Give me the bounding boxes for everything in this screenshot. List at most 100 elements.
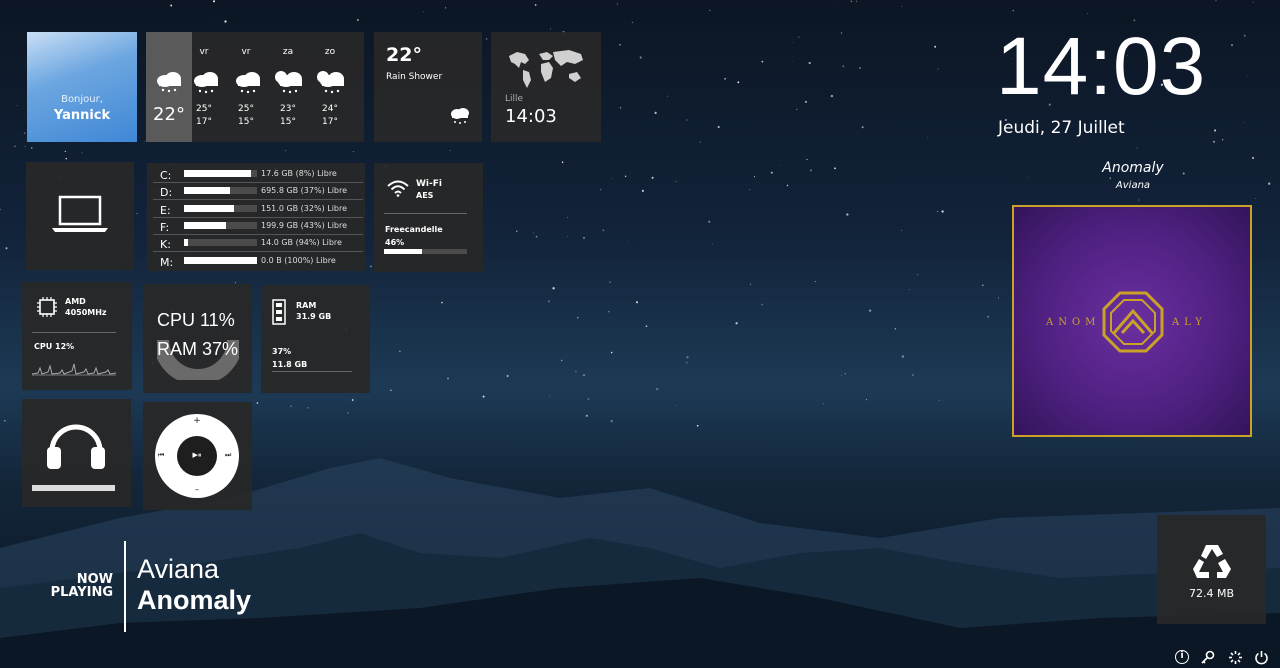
ram-percent: 37% [272, 347, 292, 356]
drive-divider [153, 251, 363, 253]
greeting-tile[interactable]: Bonjour, Yannick [27, 32, 137, 142]
cpu-brand: AMD [65, 297, 86, 306]
clock-time: 14:03 [996, 21, 1207, 112]
forecast-day: vr [241, 47, 251, 57]
recycle-bin-tile[interactable]: 72.4 MB [1157, 515, 1266, 624]
now-temp: 22° [386, 44, 422, 66]
cpu-ram-gauge-tile[interactable]: CPU 11% RAM 37% [143, 284, 252, 393]
laptop-icon [52, 195, 108, 232]
drive-usage-bar [184, 239, 257, 247]
power-icon[interactable] [1254, 650, 1269, 665]
wifi-ssid: AES [416, 191, 434, 200]
wifi-strength: 46% [385, 238, 405, 247]
ram-divider [272, 371, 352, 372]
wifi-divider [384, 213, 467, 214]
world-clock-time: 14:03 [505, 106, 557, 127]
forecast-day: za [282, 47, 294, 57]
drive-row[interactable]: C: 17.6 GB (8%) Libre [153, 168, 363, 184]
drive-divider [153, 199, 363, 201]
ram-tile[interactable]: RAM 31.9 GB 37% 11.8 GB [261, 285, 370, 393]
ram-total: 31.9 GB [296, 312, 332, 321]
drive-divider [153, 182, 363, 183]
headphones-icon [47, 424, 105, 469]
drive-usage-bar [184, 221, 257, 229]
drives-tile[interactable]: C: 17.6 GB (8%) Libre D: 695.8 GB (37%) … [147, 163, 365, 271]
weather-forecast-tile[interactable]: 22° vr 25° 17° vr 25° 15° za 23° 15° zo … [146, 32, 364, 142]
loading-icon[interactable] [1228, 650, 1243, 665]
current-temp: 22° [153, 104, 185, 125]
drive-usage-bar [184, 187, 257, 195]
drive-free-text: 17.6 GB (8%) Libre [261, 169, 337, 178]
wifi-icon [387, 180, 409, 197]
forecast-low: 17° [322, 117, 338, 127]
info-icon[interactable]: i [1175, 650, 1189, 664]
partly-sunny-rain-icon [275, 71, 302, 94]
clock-date: Jeudi, 27 Juillet [998, 118, 1125, 138]
wifi-network: Freecandelle [385, 225, 443, 234]
forecast-low: 17° [196, 117, 212, 127]
forecast-high: 24° [322, 104, 338, 114]
media-control-tile[interactable]: + – ⏮ ⏭ ▶⏸ [143, 402, 252, 510]
recycle-icon [1193, 545, 1231, 578]
audio-tile[interactable] [22, 399, 131, 507]
rain-cloud-small-icon [451, 108, 469, 124]
current-weather-tile[interactable]: 22° Rain Shower [374, 32, 482, 142]
greeting-name: Yannick [53, 108, 111, 123]
now-desc: Rain Shower [386, 72, 443, 82]
drive-row[interactable]: M: 0.0 B (100%) Libre [153, 255, 361, 271]
album-artist: Aviana [1115, 180, 1151, 191]
world-clock-tile[interactable]: Lille 14:03 [491, 32, 601, 142]
drive-free-text: 695.8 GB (37%) Libre [261, 186, 348, 196]
world-clock-city: Lille [505, 94, 524, 104]
forecast-high: 25° [238, 104, 254, 114]
computer-tile[interactable] [26, 162, 134, 270]
album-cover-text-left: ANOM [1046, 317, 1101, 328]
wifi-strength-bar [384, 249, 467, 254]
drive-divider [153, 216, 363, 218]
drive-usage-bar [184, 256, 257, 264]
drive-usage-bar [184, 204, 257, 212]
now-playing-title: Anomaly [137, 585, 252, 615]
play-pause-button[interactable]: ▶⏸ [177, 451, 217, 460]
volume-bar[interactable] [32, 485, 115, 491]
ram-used: 11.8 GB [272, 360, 308, 369]
drive-letter: M: [160, 255, 174, 269]
drive-usage-bar [184, 170, 257, 177]
rain-cloud-icon [157, 72, 181, 93]
wifi-tile[interactable]: Wi-Fi AES Freecandelle 46% [374, 163, 483, 272]
wheel-next-button[interactable]: ⏭ [225, 451, 231, 460]
click-wheel[interactable]: + – ⏮ ⏭ ▶⏸ [155, 414, 239, 498]
forecast-low: 15° [280, 117, 296, 127]
forecast-day: vr [199, 47, 209, 57]
cpu-tile[interactable]: AMD 4050MHz CPU 12% [22, 282, 132, 390]
album-cover[interactable]: ANOM ALY [1012, 205, 1252, 437]
forecast-low: 15° [238, 117, 254, 127]
drive-free-text: 0.0 B (100%) Libre [261, 255, 336, 265]
drive-row[interactable]: E: 151.0 GB (32%) Libre [153, 203, 363, 219]
cpu-chip-icon [37, 297, 57, 317]
drive-row[interactable]: F: 199.9 GB (43%) Libre [153, 220, 363, 236]
album-logo-icon [1102, 291, 1164, 353]
wheel-minus-button[interactable]: – [191, 485, 203, 495]
album-title: Anomaly [1102, 160, 1164, 176]
cpu-freq: 4050MHz [65, 308, 107, 317]
wheel-plus-button[interactable]: + [191, 416, 203, 426]
rain-cloud-icon [236, 72, 260, 94]
recycle-bin-size: 72.4 MB [1188, 587, 1235, 600]
forecast-day: zo [324, 47, 336, 57]
album-cover-text-right: ALY [1172, 317, 1207, 328]
drive-row[interactable]: K: 14.0 GB (94%) Libre [153, 237, 363, 253]
settings-key-icon[interactable] [1200, 650, 1215, 665]
drive-letter: E: [160, 203, 171, 217]
forecast-high: 23° [280, 104, 296, 114]
drive-row[interactable]: D: 695.8 GB (37%) Libre [153, 185, 363, 201]
cpu-usage: CPU 12% [34, 342, 75, 351]
world-map-icon [509, 50, 583, 88]
drive-letter: D: [160, 186, 173, 200]
gauge-ram: RAM 37% [157, 339, 239, 359]
forecast-high: 25° [196, 104, 212, 114]
drive-free-text: 151.0 GB (32%) Libre [261, 203, 348, 213]
cpu-divider [32, 332, 116, 333]
wheel-prev-button[interactable]: ⏮ [158, 451, 164, 460]
drive-letter: K: [160, 238, 171, 252]
